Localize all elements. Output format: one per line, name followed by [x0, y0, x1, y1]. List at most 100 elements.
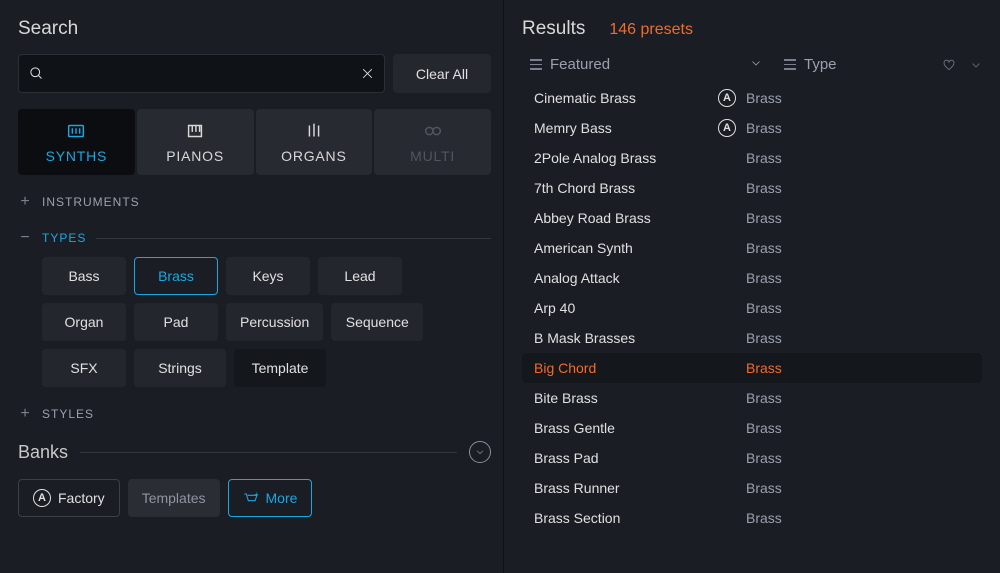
result-row[interactable]: Memry BassA Brass — [522, 113, 982, 143]
preset-badge: A — [718, 119, 746, 137]
result-row[interactable]: American SynthBrass — [522, 233, 982, 263]
preset-type: Brass — [746, 270, 782, 286]
collapse-icon[interactable]: − — [18, 229, 32, 247]
list-icon — [784, 59, 796, 70]
bank-label: Templates — [142, 490, 206, 506]
expand-icon[interactable]: + — [18, 193, 32, 211]
tab-label: SYNTHS — [46, 148, 108, 164]
type-chip-sfx[interactable]: SFX — [42, 349, 126, 387]
preset-type: Brass — [746, 510, 782, 526]
tab-label: PIANOS — [166, 148, 224, 164]
type-chip-bass[interactable]: Bass — [42, 257, 126, 295]
sort-toggle[interactable] — [750, 56, 762, 73]
preset-name: Brass Pad — [530, 450, 718, 466]
preset-badge: A — [718, 89, 746, 107]
type-chip-strings[interactable]: Strings — [134, 349, 226, 387]
close-icon[interactable] — [361, 67, 374, 80]
preset-name: Bite Brass — [530, 390, 718, 406]
type-chip-percussion[interactable]: Percussion — [226, 303, 323, 341]
result-row[interactable]: Abbey Road BrassBrass — [522, 203, 982, 233]
result-row[interactable]: 2Pole Analog Brass Brass — [522, 143, 982, 173]
category-tab-pianos[interactable]: PIANOS — [137, 109, 254, 175]
type-chip-keys[interactable]: Keys — [226, 257, 310, 295]
clear-all-button[interactable]: Clear All — [393, 54, 491, 93]
type-chip-organ[interactable]: Organ — [42, 303, 126, 341]
chevron-down-icon[interactable] — [970, 59, 982, 71]
preset-type: Brass — [746, 240, 782, 256]
organ-icon — [303, 120, 325, 142]
results-rows: Cinematic BrassABrassMemry BassABrass2Po… — [522, 83, 982, 533]
arturia-icon: A — [718, 89, 736, 107]
bank-factory-button[interactable]: A Factory — [18, 479, 120, 517]
types-chips: BassBrassKeysLead OrganPadPercussionSeque… — [18, 257, 491, 387]
bank-more-button[interactable]: + More — [228, 479, 313, 517]
type-chip-sequence[interactable]: Sequence — [331, 303, 423, 341]
result-row[interactable]: Cinematic BrassABrass — [522, 83, 982, 113]
preset-type: Brass — [746, 300, 782, 316]
preset-type: Brass — [746, 120, 782, 136]
section-instruments[interactable]: + INSTRUMENTS — [18, 193, 491, 211]
preset-name: Analog Attack — [530, 270, 718, 286]
section-label: TYPES — [42, 231, 86, 245]
result-row[interactable]: B Mask BrassesBrass — [522, 323, 982, 353]
multi-icon — [422, 120, 444, 142]
section-label: INSTRUMENTS — [42, 195, 140, 209]
result-row[interactable]: Big Chord Brass — [522, 353, 982, 383]
preset-type: Brass — [746, 150, 782, 166]
preset-name: Memry Bass — [530, 120, 718, 136]
arturia-icon: A — [718, 119, 736, 137]
category-tabs: SYNTHS PIANOS ORGANSMULTI — [18, 109, 491, 175]
search-box[interactable] — [18, 54, 385, 93]
preset-name: 2Pole Analog Brass — [530, 150, 718, 166]
col-name-header[interactable]: Featured — [522, 56, 750, 73]
search-icon — [29, 66, 44, 81]
result-row[interactable]: Brass GentleBrass — [522, 413, 982, 443]
header-actions — [942, 58, 982, 72]
preset-name: Brass Runner — [530, 480, 718, 496]
bank-label: More — [266, 490, 298, 506]
category-tab-multi[interactable]: MULTI — [374, 109, 491, 175]
bank-templates-button[interactable]: Templates — [128, 479, 220, 517]
result-row[interactable]: Arp 40 Brass — [522, 293, 982, 323]
preset-type: Brass — [746, 390, 782, 406]
search-input[interactable] — [52, 66, 353, 82]
preset-type: Brass — [746, 420, 782, 436]
expand-icon[interactable]: + — [18, 405, 32, 423]
result-row[interactable]: 7th Chord BrassBrass — [522, 173, 982, 203]
col-type-header[interactable]: Type — [776, 56, 942, 73]
preset-type: Brass — [746, 450, 782, 466]
divider — [96, 238, 491, 239]
piano-icon — [184, 120, 206, 142]
preset-name: Arp 40 — [530, 300, 718, 316]
type-chip-lead[interactable]: Lead — [318, 257, 402, 295]
results-title: Results — [522, 18, 585, 40]
preset-name: Brass Section — [530, 510, 718, 526]
preset-type: Brass — [746, 360, 782, 376]
svg-text:+: + — [254, 491, 258, 499]
result-row[interactable]: Bite Brass Brass — [522, 383, 982, 413]
section-types[interactable]: − TYPES — [18, 229, 491, 247]
type-chip-template[interactable]: Template — [234, 349, 326, 387]
result-row[interactable]: Brass Section Brass — [522, 503, 982, 533]
result-row[interactable]: Analog Attack Brass — [522, 263, 982, 293]
heart-icon[interactable] — [942, 58, 956, 72]
type-chip-pad[interactable]: Pad — [134, 303, 218, 341]
category-tab-organs[interactable]: ORGANS — [256, 109, 373, 175]
banks-expand-button[interactable] — [469, 441, 491, 463]
preset-type: Brass — [746, 90, 782, 106]
search-panel: Search Clear All SYNTHSPIANOSORGANSMULTI… — [0, 0, 503, 573]
category-tab-synths[interactable]: SYNTHS — [18, 109, 135, 175]
results-header: Results 146 presets — [522, 18, 982, 40]
list-icon — [530, 59, 542, 70]
section-label: STYLES — [42, 407, 94, 421]
preset-type: Brass — [746, 480, 782, 496]
section-styles[interactable]: + STYLES — [18, 405, 491, 423]
preset-name: Big Chord — [530, 360, 718, 376]
search-row: Clear All — [18, 54, 491, 93]
results-panel: Results 146 presets Featured Type Cinema… — [503, 0, 1000, 573]
col-label: Type — [804, 56, 837, 73]
result-row[interactable]: Brass Pad Brass — [522, 443, 982, 473]
banks-title: Banks — [18, 442, 68, 463]
result-row[interactable]: Brass Runner Brass — [522, 473, 982, 503]
type-chip-brass[interactable]: Brass — [134, 257, 218, 295]
